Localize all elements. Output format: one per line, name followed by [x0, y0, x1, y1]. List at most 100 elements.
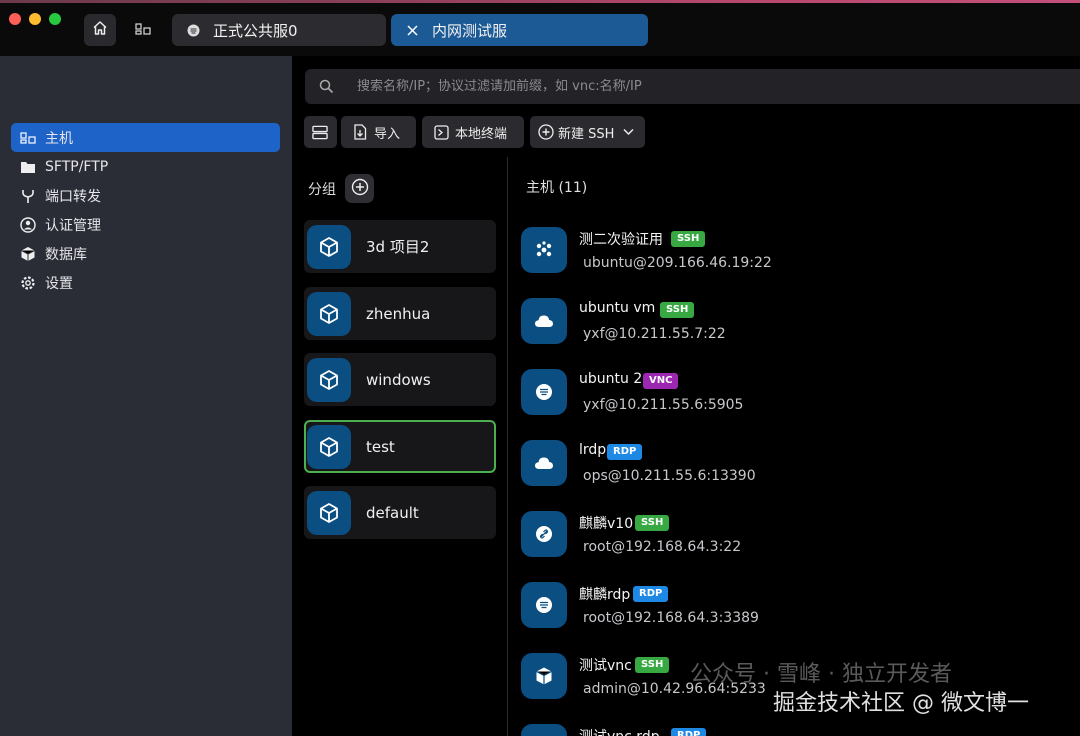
sidebar-item-settings[interactable]: 设置	[11, 268, 280, 297]
sidebar-item-label: 主机	[45, 130, 73, 147]
host-address: ops@10.211.55.6:13390	[583, 468, 756, 484]
maximize-window-button[interactable]	[49, 13, 61, 25]
protocol-badge: RDP	[633, 586, 669, 602]
panel-divider	[507, 157, 508, 736]
import-button[interactable]: 导入	[341, 116, 416, 148]
protocol-badge: SSH	[635, 515, 670, 531]
protocol-badge: VNC	[643, 373, 679, 389]
host-address: ubuntu@209.166.46.19:22	[583, 255, 772, 271]
import-label: 导入	[374, 126, 401, 142]
watermark: 掘金技术社区 @ 微文博一	[773, 691, 1029, 716]
sidebar-item-label: 数据库	[45, 246, 87, 263]
sidebar-item-sftp[interactable]: SFTP/FTP	[11, 152, 280, 181]
sidebar-item-label: 认证管理	[45, 217, 101, 234]
groups-title: 分组	[308, 182, 336, 198]
host-name: ubuntu vm	[579, 300, 656, 316]
cluster-icon	[521, 227, 567, 273]
home-icon	[92, 20, 108, 40]
group-label: zhenhua	[366, 304, 431, 323]
sidebar-item-label: SFTP/FTP	[45, 158, 109, 175]
new-ssh-label: 新建 SSH	[558, 126, 615, 142]
close-icon[interactable]	[405, 23, 419, 37]
cube-icon	[307, 424, 351, 469]
group-card[interactable]: 3d 项目2	[304, 220, 496, 273]
protocol-badge: SSH	[635, 657, 670, 673]
minimize-window-button[interactable]	[29, 13, 41, 25]
hosts-tab-button[interactable]	[127, 14, 159, 46]
cloud-icon	[521, 440, 567, 486]
sidebar-item-label: 端口转发	[45, 188, 101, 205]
host-address: root@192.168.64.3:3389	[583, 610, 759, 626]
cube-icon	[307, 490, 351, 535]
hosts-icon	[135, 21, 151, 40]
protocol-badge: RDP	[607, 444, 643, 460]
tab-intranet-test[interactable]: 内网测试服	[391, 14, 648, 46]
protocol-badge: RDP	[671, 728, 707, 736]
close-window-button[interactable]	[9, 13, 21, 25]
cube-icon	[18, 244, 38, 264]
group-card[interactable]: windows	[304, 353, 496, 406]
host-address: yxf@10.211.55.7:22	[583, 326, 726, 342]
main-panel: 导入 本地终端 新建 SSH 分组 3d 项目2 zhenhua windows…	[292, 56, 1080, 736]
group-label: test	[366, 437, 395, 456]
sidebar-item-auth[interactable]: 认证管理	[11, 210, 280, 239]
group-card[interactable]: default	[304, 486, 496, 539]
local-terminal-label: 本地终端	[455, 126, 508, 142]
host-name: ubuntu 2	[579, 371, 643, 387]
layout-icon	[312, 124, 328, 140]
home-button[interactable]	[84, 14, 116, 46]
host-name: 麒麟v10	[579, 516, 634, 532]
sidebar-item-database[interactable]: 数据库	[11, 239, 280, 268]
search-bar[interactable]	[305, 69, 1080, 104]
folder-icon	[18, 157, 38, 177]
chevron-down-icon[interactable]	[623, 125, 634, 140]
search-input[interactable]	[357, 79, 1037, 94]
local-terminal-button[interactable]: 本地终端	[422, 116, 524, 148]
server-icon	[521, 582, 567, 628]
layout-toggle-button[interactable]	[304, 116, 337, 148]
host-name: 麒麟rdp	[579, 587, 631, 603]
group-label: 3d 项目2	[366, 238, 430, 256]
protocol-badge: SSH	[660, 302, 695, 318]
plus-circle-icon	[351, 178, 369, 200]
link-icon	[521, 511, 567, 557]
cube-icon	[307, 291, 351, 336]
cloud-icon	[521, 298, 567, 344]
host-name: lrdp	[579, 442, 607, 458]
group-card[interactable]: zhenhua	[304, 287, 496, 340]
plus-circle-icon	[538, 124, 554, 140]
host-item[interactable]: ubuntu 2 VNC yxf@10.211.55.6:5905	[521, 369, 1061, 433]
title-bar: 正式公共服0 内网测试服	[0, 0, 1080, 56]
server-icon	[186, 23, 200, 37]
terminal-icon	[433, 124, 449, 140]
sidebar-item-label: 设置	[45, 275, 73, 292]
protocol-badge: SSH	[671, 231, 706, 247]
cube-icon	[307, 357, 351, 402]
host-item[interactable]: ubuntu vm SSH yxf@10.211.55.7:22	[521, 298, 1061, 362]
window-edge	[0, 0, 1080, 3]
host-name: 测试vnc rdp	[579, 726, 660, 736]
host-name: 测二次验证用	[579, 232, 663, 248]
hosts-title: 主机 (11)	[526, 180, 588, 196]
sidebar-item-port-forwarding[interactable]: 端口转发	[11, 181, 280, 210]
group-label: windows	[366, 370, 431, 389]
gear-icon	[18, 273, 38, 293]
host-item[interactable]: 麒麟v10 SSH root@192.168.64.3:22	[521, 511, 1061, 575]
server-icon	[521, 369, 567, 415]
host-name: 测试vnc	[579, 658, 632, 674]
host-item[interactable]: 麒麟rdp RDP root@192.168.64.3:3389	[521, 582, 1061, 646]
sidebar-item-hosts[interactable]: 主机	[11, 123, 280, 152]
host-item[interactable]: 测试vnc rdp RDP	[521, 724, 1061, 736]
new-ssh-button[interactable]: 新建 SSH	[530, 116, 645, 148]
fork-icon	[18, 186, 38, 206]
cube-icon	[307, 224, 351, 269]
host-item[interactable]: 测二次验证用 SSH ubuntu@209.166.46.19:22	[521, 227, 1061, 291]
add-group-button[interactable]	[345, 174, 374, 203]
sidebar: 主机 SFTP/FTP 端口转发 认证管理 数据库 设置	[0, 56, 292, 736]
tab-public-server[interactable]: 正式公共服0	[172, 14, 386, 46]
host-address: root@192.168.64.3:22	[583, 539, 742, 555]
import-icon	[352, 124, 368, 140]
hosts-icon	[18, 128, 38, 148]
host-item[interactable]: lrdp RDP ops@10.211.55.6:13390	[521, 440, 1061, 504]
group-card-selected[interactable]: test	[304, 420, 496, 473]
